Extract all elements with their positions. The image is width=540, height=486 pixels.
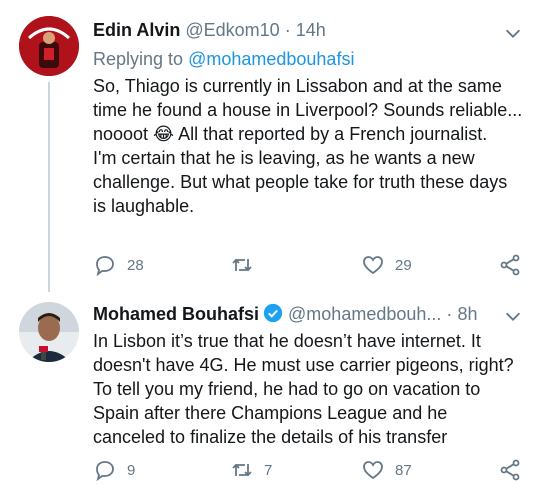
tweet-actions: 28 29 bbox=[93, 253, 523, 279]
display-name[interactable]: Edin Alvin bbox=[93, 20, 180, 40]
tweet-mohamed-bouhafsi[interactable]: Mohamed Bouhafsi @mohamedbouh... · 8h In… bbox=[0, 292, 540, 486]
like-button[interactable]: 29 bbox=[361, 253, 412, 277]
retweet-icon bbox=[232, 463, 252, 477]
share-button[interactable] bbox=[498, 253, 522, 277]
timestamp[interactable]: 8h bbox=[457, 304, 477, 324]
retweet-button[interactable]: 7 bbox=[230, 458, 272, 482]
replying-to-label: Replying to bbox=[93, 49, 184, 69]
like-icon bbox=[363, 256, 383, 275]
tweet-header: Edin Alvin @Edkom10 · 14h bbox=[93, 20, 326, 41]
tweet-header: Mohamed Bouhafsi @mohamedbouh... · 8h bbox=[93, 303, 477, 325]
retweet-button[interactable] bbox=[230, 253, 264, 277]
replying-to-mention[interactable]: @mohamedbouhafsi bbox=[188, 49, 354, 69]
user-handle[interactable]: @mohamedbouh... bbox=[288, 304, 441, 324]
avatar-edin-alvin[interactable] bbox=[19, 16, 79, 76]
thread-line bbox=[48, 82, 50, 292]
tweet-text: In Lisbon it’s true that he doesn’t have… bbox=[93, 329, 523, 449]
retweet-count: 7 bbox=[264, 461, 273, 479]
separator-dot: · bbox=[446, 304, 453, 324]
reply-button[interactable]: 9 bbox=[93, 458, 135, 482]
verified-icon bbox=[263, 303, 283, 323]
like-button[interactable]: 87 bbox=[361, 458, 412, 482]
replying-to: Replying to @mohamedbouhafsi bbox=[93, 49, 354, 70]
chevron-down-icon[interactable] bbox=[502, 22, 524, 44]
reply-button[interactable]: 28 bbox=[93, 253, 144, 277]
tweet-paragraph-1: So, Thiago is currently in Lissabon and … bbox=[93, 76, 523, 144]
avatar-mohamed-bouhafsi[interactable] bbox=[19, 302, 79, 362]
user-handle[interactable]: @Edkom10 bbox=[185, 20, 279, 40]
share-icon bbox=[500, 254, 520, 276]
like-count: 87 bbox=[395, 461, 412, 479]
retweet-icon bbox=[232, 258, 252, 272]
reply-count: 9 bbox=[127, 461, 136, 479]
reply-icon bbox=[96, 461, 114, 482]
reply-icon bbox=[96, 256, 114, 277]
reply-count: 28 bbox=[127, 256, 144, 274]
separator-dot: · bbox=[284, 20, 291, 40]
chevron-down-icon[interactable] bbox=[502, 305, 524, 327]
tweet-text: So, Thiago is currently in Lissabon and … bbox=[93, 74, 523, 218]
tweet-paragraph-2: I'm certain that he is leaving, as he wa… bbox=[93, 148, 508, 216]
tweet-edin-alvin[interactable]: Edin Alvin @Edkom10 · 14h Replying to @m… bbox=[0, 0, 540, 292]
share-button[interactable] bbox=[498, 458, 522, 482]
share-icon bbox=[500, 459, 520, 481]
tweet-paragraph: In Lisbon it’s true that he doesn’t have… bbox=[93, 331, 514, 447]
like-count: 29 bbox=[395, 256, 412, 274]
like-icon bbox=[363, 461, 383, 480]
tweet-actions: 9 7 87 bbox=[93, 458, 523, 484]
display-name[interactable]: Mohamed Bouhafsi bbox=[93, 304, 259, 324]
timestamp[interactable]: 14h bbox=[296, 20, 326, 40]
